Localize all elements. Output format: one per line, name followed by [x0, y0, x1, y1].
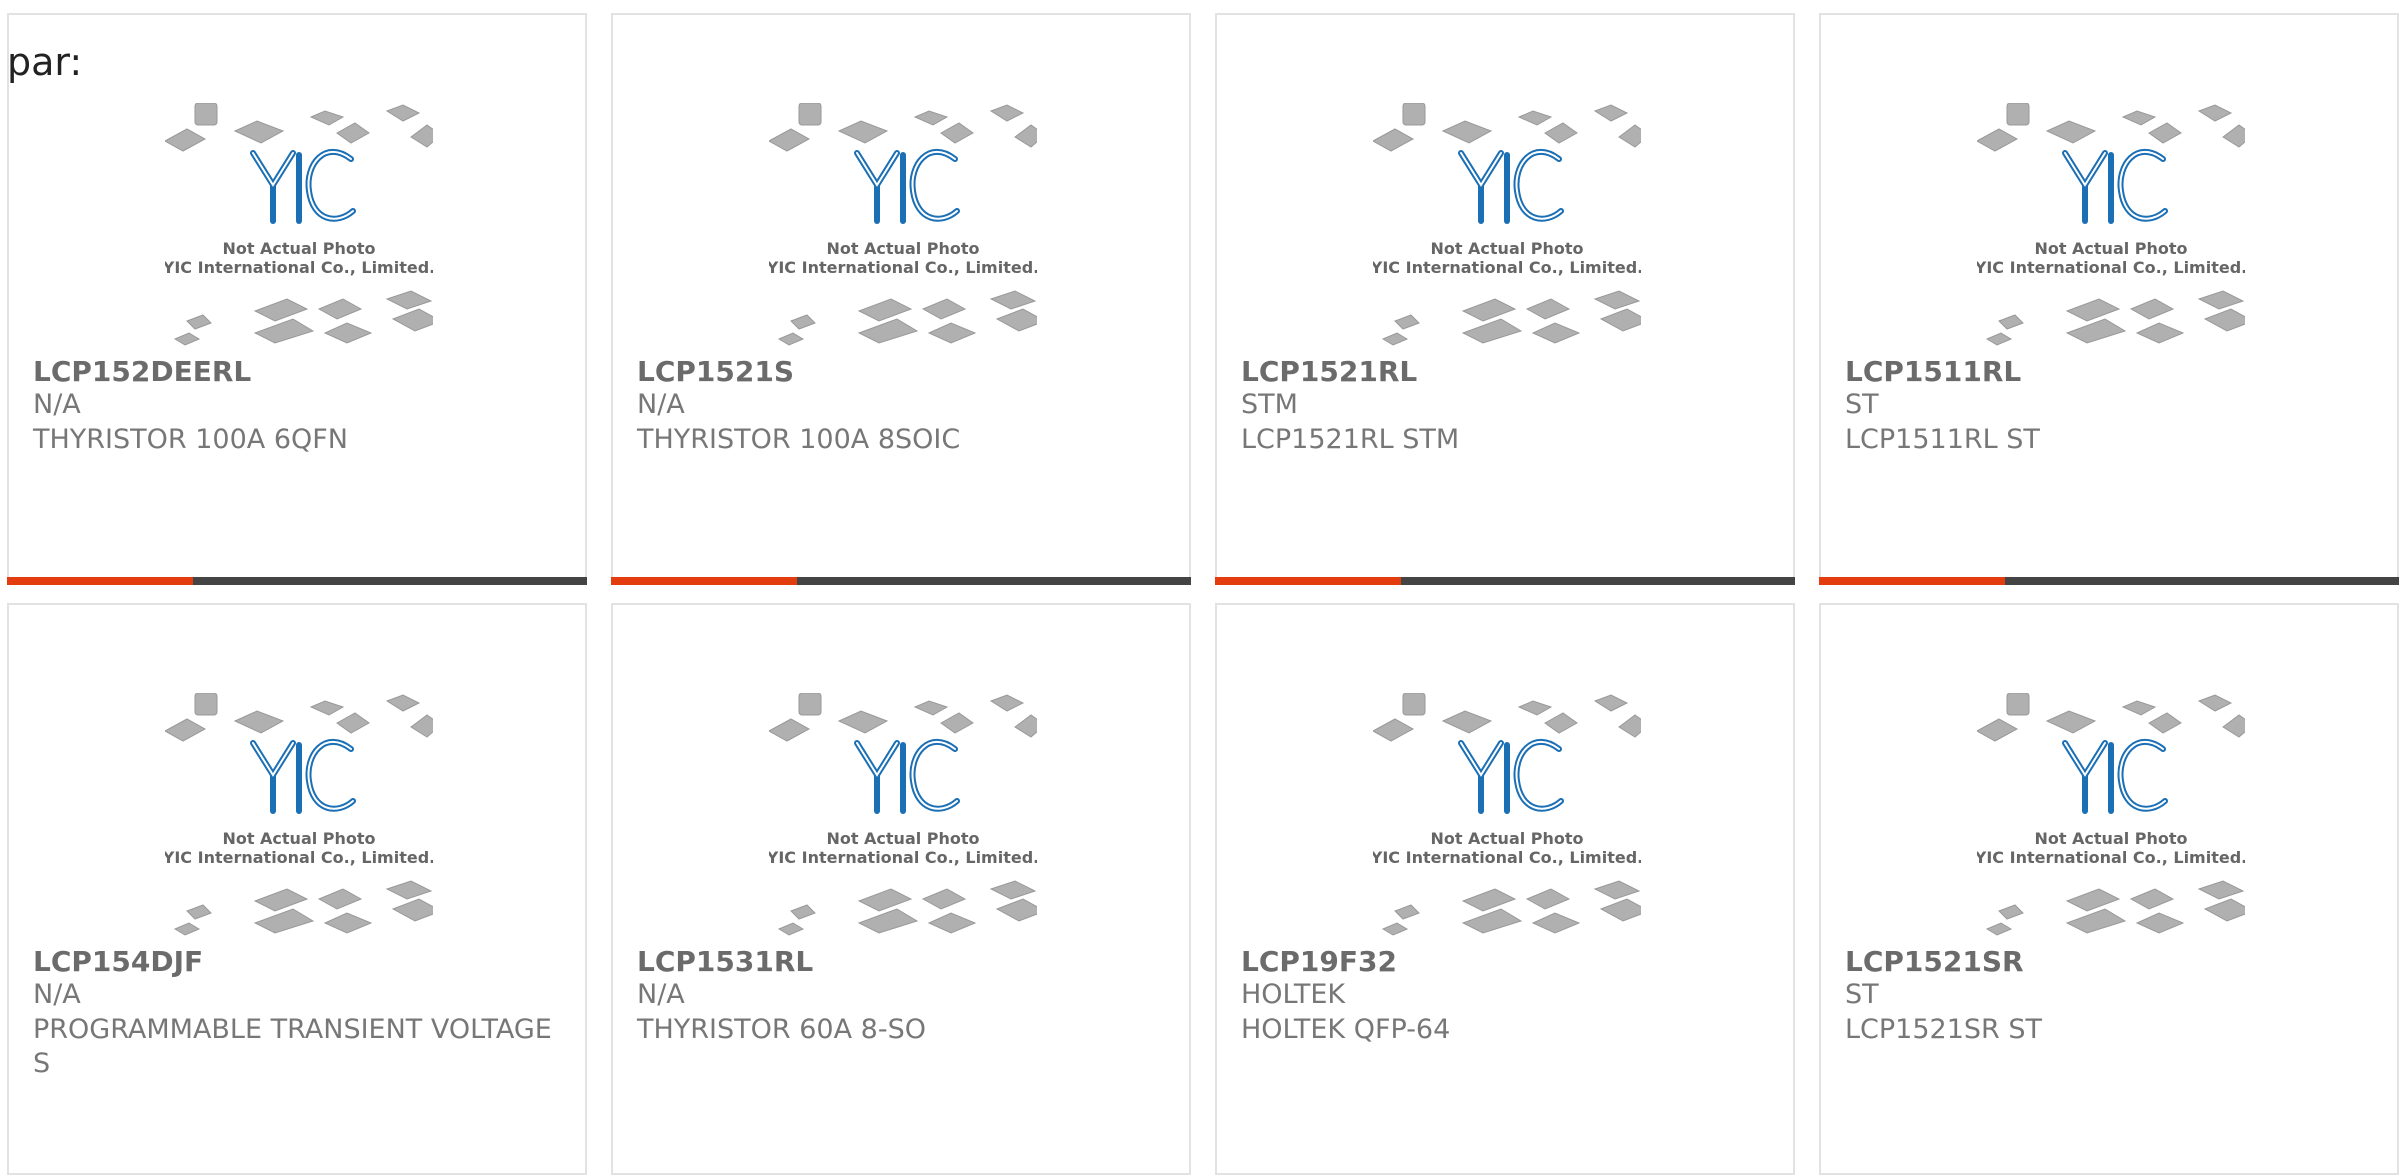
- product-description: LCP1521RL STM: [1241, 424, 1460, 455]
- manufacturer-label: ST: [1845, 389, 1879, 420]
- not-actual-photo-image: Not Actual Photo YIC International Co., …: [162, 102, 443, 346]
- card-accent-fill: [1215, 577, 1401, 585]
- product-thumbnail[interactable]: Not Actual Photo YIC International Co., …: [162, 102, 443, 358]
- photo-caption-line2: YIC International Co., Limited.: [165, 848, 433, 867]
- not-actual-photo-image: Not Actual Photo YIC International Co., …: [162, 692, 443, 936]
- product-description: LCP1511RL ST: [1845, 424, 2040, 455]
- photo-caption-line2: YIC International Co., Limited.: [1977, 258, 2245, 277]
- card-accent-bar: [1215, 577, 1795, 585]
- product-thumbnail[interactable]: Not Actual Photo YIC International Co., …: [162, 692, 443, 948]
- card-accent-bar: [1819, 577, 2399, 585]
- photo-caption-line1: Not Actual Photo: [1430, 239, 1583, 258]
- product-thumbnail[interactable]: Not Actual Photo YIC International Co., …: [1370, 692, 1651, 948]
- product-card[interactable]: Not Actual Photo YIC International Co., …: [1215, 603, 1795, 1175]
- product-description: THYRISTOR 60A 8-SO: [637, 1014, 926, 1045]
- photo-caption-line1: Not Actual Photo: [222, 829, 375, 848]
- product-thumbnail[interactable]: Not Actual Photo YIC International Co., …: [1370, 102, 1651, 358]
- manufacturer-label: STM: [1241, 389, 1298, 420]
- not-actual-photo-image: Not Actual Photo YIC International Co., …: [766, 692, 1047, 936]
- product-card[interactable]: Not Actual Photo YIC International Co., …: [1819, 13, 2399, 585]
- product-card[interactable]: Not Actual Photo YIC International Co., …: [611, 603, 1191, 1175]
- card-accent-fill: [1819, 577, 2005, 585]
- not-actual-photo-image: Not Actual Photo YIC International Co., …: [1974, 692, 2255, 936]
- product-description: PROGRAMMABLE TRANSIENT VOLTAGE S: [33, 1014, 552, 1079]
- not-actual-photo-image: Not Actual Photo YIC International Co., …: [1974, 102, 2255, 346]
- photo-caption-line1: Not Actual Photo: [1430, 829, 1583, 848]
- product-description: THYRISTOR 100A 8SOIC: [637, 424, 961, 455]
- photo-caption-line1: Not Actual Photo: [222, 239, 375, 258]
- manufacturer-label: N/A: [637, 389, 685, 420]
- manufacturer-label: N/A: [637, 979, 685, 1010]
- photo-caption-line2: YIC International Co., Limited.: [769, 258, 1037, 277]
- card-accent-fill: [611, 577, 797, 585]
- card-accent-bar: [611, 577, 1191, 585]
- intro-text: par:: [7, 40, 83, 84]
- product-thumbnail[interactable]: Not Actual Photo YIC International Co., …: [766, 102, 1047, 358]
- manufacturer-label: N/A: [33, 979, 81, 1010]
- manufacturer-label: N/A: [33, 389, 81, 420]
- not-actual-photo-image: Not Actual Photo YIC International Co., …: [766, 102, 1047, 346]
- part-number-link[interactable]: LCP152DEERL: [33, 355, 251, 388]
- part-number-link[interactable]: LCP1511RL: [1845, 355, 2021, 388]
- part-number-link[interactable]: LCP1521RL: [1241, 355, 1417, 388]
- card-accent-fill: [7, 577, 193, 585]
- photo-caption-line2: YIC International Co., Limited.: [165, 258, 433, 277]
- product-card[interactable]: Not Actual Photo YIC International Co., …: [1215, 13, 1795, 585]
- manufacturer-label: ST: [1845, 979, 1879, 1010]
- part-number-link[interactable]: LCP1531RL: [637, 945, 813, 978]
- product-thumbnail[interactable]: Not Actual Photo YIC International Co., …: [766, 692, 1047, 948]
- photo-caption-line2: YIC International Co., Limited.: [1373, 848, 1641, 867]
- product-description: LCP1521SR ST: [1845, 1014, 2043, 1045]
- product-description: THYRISTOR 100A 6QFN: [33, 424, 348, 455]
- product-card[interactable]: Not Actual Photo YIC International Co., …: [7, 13, 587, 585]
- photo-caption-line2: YIC International Co., Limited.: [1977, 848, 2245, 867]
- not-actual-photo-image: Not Actual Photo YIC International Co., …: [1370, 102, 1651, 346]
- photo-caption-line1: Not Actual Photo: [2034, 829, 2187, 848]
- product-thumbnail[interactable]: Not Actual Photo YIC International Co., …: [1974, 692, 2255, 948]
- product-thumbnail[interactable]: Not Actual Photo YIC International Co., …: [1974, 102, 2255, 358]
- part-number-link[interactable]: LCP19F32: [1241, 945, 1397, 978]
- part-number-link[interactable]: LCP1521S: [637, 355, 794, 388]
- photo-caption-line1: Not Actual Photo: [2034, 239, 2187, 258]
- photo-caption-line2: YIC International Co., Limited.: [769, 848, 1037, 867]
- product-card[interactable]: Not Actual Photo YIC International Co., …: [7, 603, 587, 1175]
- photo-caption-line1: Not Actual Photo: [826, 239, 979, 258]
- product-card[interactable]: Not Actual Photo YIC International Co., …: [1819, 603, 2399, 1175]
- not-actual-photo-image: Not Actual Photo YIC International Co., …: [1370, 692, 1651, 936]
- manufacturer-label: HOLTEK: [1241, 979, 1346, 1010]
- product-card[interactable]: Not Actual Photo YIC International Co., …: [611, 13, 1191, 585]
- part-number-link[interactable]: LCP1521SR: [1845, 945, 2024, 978]
- part-number-link[interactable]: LCP154DJF: [33, 945, 203, 978]
- photo-caption-line2: YIC International Co., Limited.: [1373, 258, 1641, 277]
- photo-caption-line1: Not Actual Photo: [826, 829, 979, 848]
- product-description: HOLTEK QFP-64: [1241, 1014, 1451, 1045]
- card-accent-bar: [7, 577, 587, 585]
